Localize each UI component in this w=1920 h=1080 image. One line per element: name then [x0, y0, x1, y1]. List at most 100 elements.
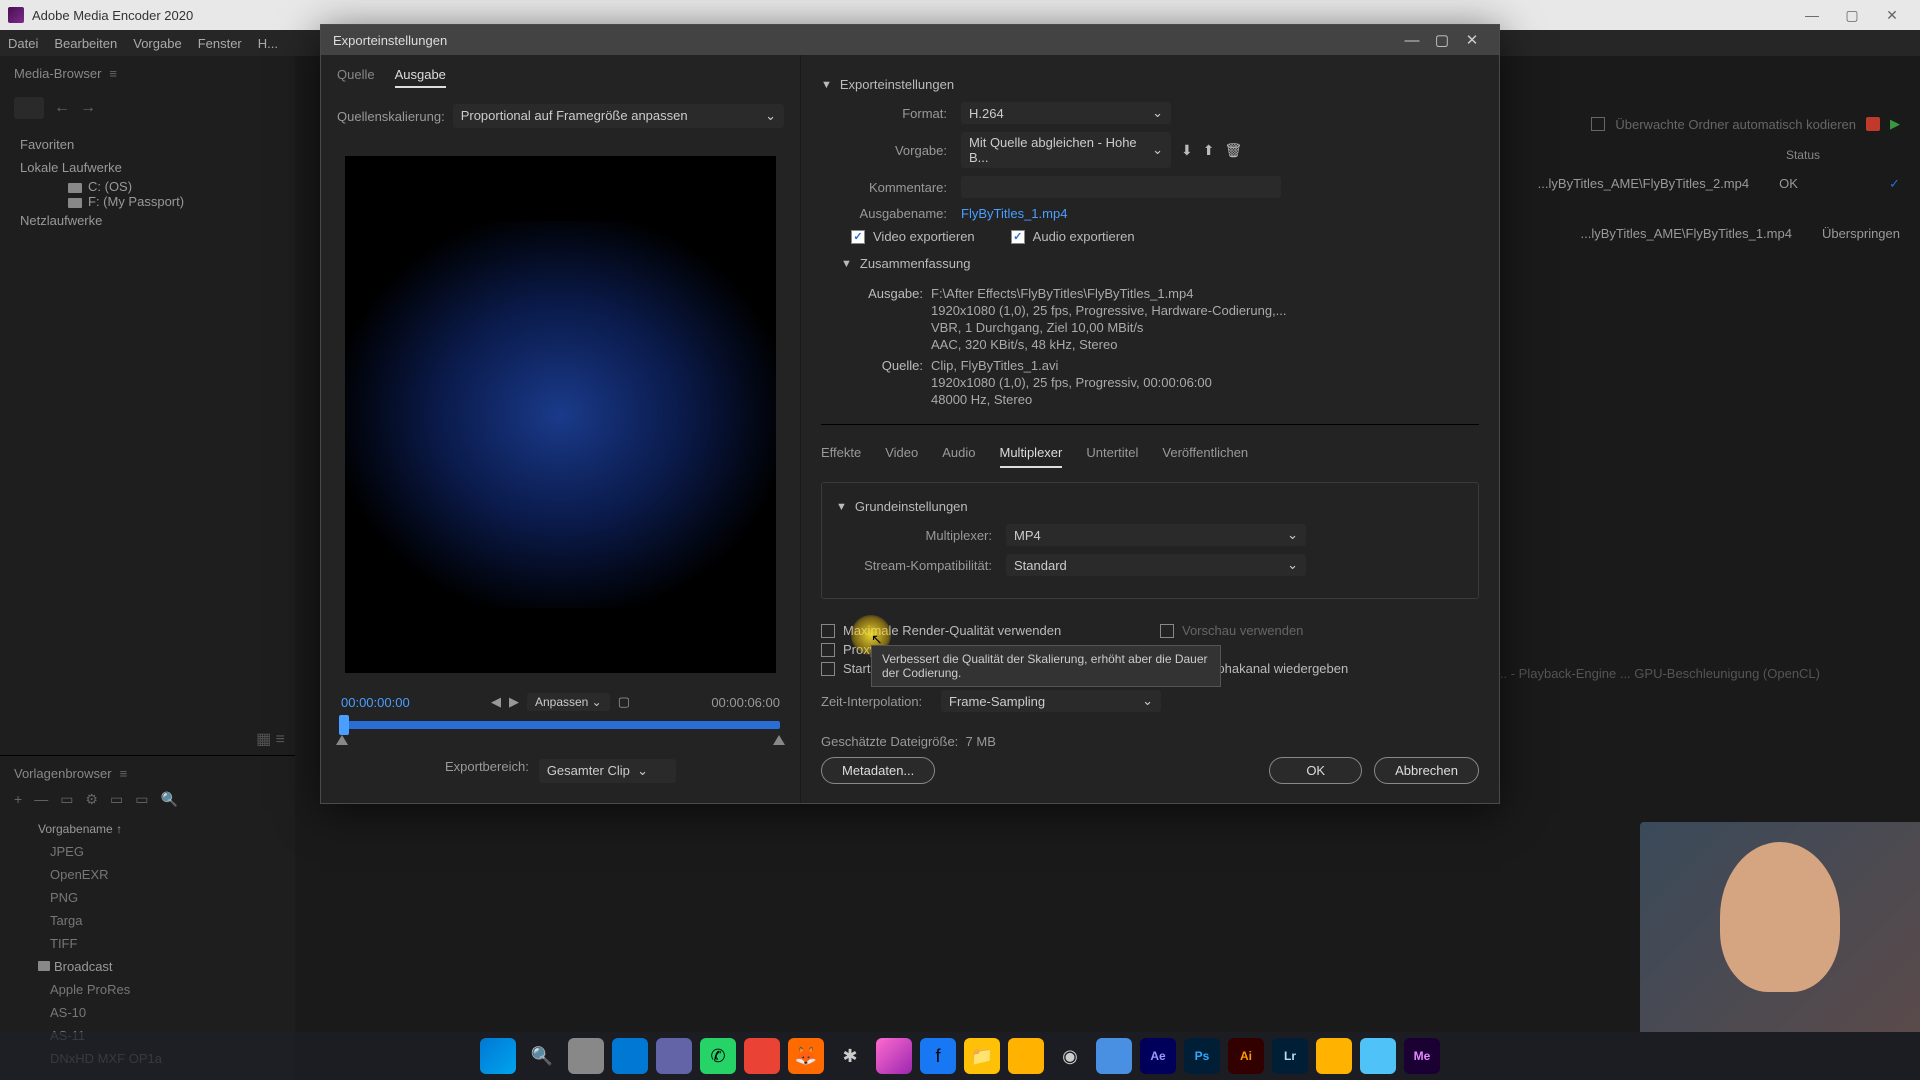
app-icon[interactable]: ✱ [832, 1038, 868, 1074]
subtab-video[interactable]: Video [885, 439, 918, 468]
add-preset-icon[interactable]: + [14, 791, 22, 808]
ok-button[interactable]: OK [1269, 757, 1362, 784]
tab-output[interactable]: Ausgabe [395, 63, 446, 88]
app-icon[interactable] [1008, 1038, 1044, 1074]
settings-icon[interactable]: ⚙ [85, 791, 98, 808]
metadata-button[interactable]: Metadaten... [821, 757, 935, 784]
export-icon[interactable]: ▭ [135, 791, 148, 808]
basic-header[interactable]: Grundeinstellungen [855, 499, 968, 514]
messenger-icon[interactable] [876, 1038, 912, 1074]
summary-header[interactable]: Zusammenfassung [860, 256, 971, 271]
tree-drive-f[interactable]: F: (My Passport) [20, 194, 275, 209]
app-icon[interactable] [744, 1038, 780, 1074]
play-back-icon[interactable]: ◀ [491, 694, 501, 710]
illustrator-icon[interactable]: Ai [1228, 1038, 1264, 1074]
dialog-minimize-icon[interactable]: — [1397, 32, 1427, 49]
save-preset-icon[interactable]: ⬇ [1181, 142, 1193, 159]
subtab-audio[interactable]: Audio [942, 439, 975, 468]
comments-input[interactable] [961, 176, 1281, 198]
timecode-checkbox[interactable] [821, 662, 835, 676]
delete-preset-icon[interactable]: 🗑 [1224, 142, 1242, 159]
aspect-icon[interactable]: ▢ [618, 694, 630, 710]
preset-col-header[interactable]: Vorgabename ↑ [14, 818, 281, 840]
taskbar-search-icon[interactable]: 🔍 [524, 1038, 560, 1074]
media-encoder-icon[interactable]: Me [1404, 1038, 1440, 1074]
scale-dropdown[interactable]: Proportional auf Framegröße anpassen⌄ [453, 104, 784, 128]
subtab-publish[interactable]: Veröffentlichen [1162, 439, 1248, 468]
whatsapp-icon[interactable]: ✆ [700, 1038, 736, 1074]
tab-source[interactable]: Quelle [337, 63, 375, 88]
preset-item[interactable]: JPEG [14, 840, 281, 863]
subtab-subtitles[interactable]: Untertitel [1086, 439, 1138, 468]
nav-fwd-icon[interactable]: → [80, 99, 96, 117]
firefox-icon[interactable]: 🦊 [788, 1038, 824, 1074]
tree-favorites[interactable]: Favoriten [20, 133, 275, 156]
obs-icon[interactable]: ◉ [1052, 1038, 1088, 1074]
menu-help[interactable]: H... [258, 36, 278, 51]
search-icon[interactable]: 🔍 [160, 791, 177, 808]
teams-icon[interactable] [656, 1038, 692, 1074]
export-range-dropdown[interactable]: Gesamter Clip ⌄ [539, 759, 676, 783]
preset-folder[interactable]: Broadcast [14, 955, 281, 978]
import-icon[interactable]: ▭ [110, 791, 123, 808]
export-header[interactable]: Exporteinstellungen [840, 77, 954, 92]
preset-item[interactable]: OpenEXR [14, 863, 281, 886]
task-view-icon[interactable] [568, 1038, 604, 1074]
export-audio-checkbox[interactable] [1011, 230, 1025, 244]
proxies-checkbox[interactable] [821, 643, 835, 657]
preset-item[interactable]: AS-10 [14, 1001, 281, 1024]
menu-window[interactable]: Fenster [198, 36, 242, 51]
dialog-maximize-icon[interactable]: ▢ [1427, 31, 1457, 49]
timeline-slider[interactable] [341, 721, 780, 729]
queue-row-path[interactable]: ...lyByTitles_AME\FlyByTitles_2.mp4 [1538, 176, 1749, 192]
windows-start-icon[interactable] [480, 1038, 516, 1074]
preset-dropdown[interactable]: Mit Quelle abgleichen - Hohe B...⌄ [961, 132, 1171, 168]
nav-slot[interactable] [14, 97, 44, 119]
after-effects-icon[interactable]: Ae [1140, 1038, 1176, 1074]
format-dropdown[interactable]: H.264⌄ [961, 102, 1171, 124]
preset-item[interactable]: TIFF [14, 932, 281, 955]
minimize-button[interactable]: — [1792, 7, 1832, 23]
preset-item[interactable]: PNG [14, 886, 281, 909]
maximize-button[interactable]: ▢ [1832, 7, 1872, 24]
tree-network[interactable]: Netzlaufwerke [20, 209, 275, 232]
play-fwd-icon[interactable]: ▶ [509, 694, 519, 710]
stream-dropdown[interactable]: Standard⌄ [1006, 554, 1306, 576]
app-icon[interactable] [1360, 1038, 1396, 1074]
cancel-button[interactable]: Abbrechen [1374, 757, 1479, 784]
time-start[interactable]: 00:00:00:00 [341, 695, 410, 710]
preset-item[interactable]: Targa [14, 909, 281, 932]
import-preset-icon[interactable]: ⬆ [1203, 142, 1215, 159]
explorer-icon[interactable] [612, 1038, 648, 1074]
queue-row-path[interactable]: ...lyByTitles_AME\FlyByTitles_1.mp4 [1581, 226, 1792, 241]
fit-dropdown[interactable]: Anpassen ⌄ [527, 693, 610, 711]
delete-preset-icon[interactable]: — [34, 791, 48, 808]
preview-checkbox[interactable] [1160, 624, 1174, 638]
folder-icon[interactable]: ▭ [60, 791, 73, 808]
output-name-link[interactable]: FlyByTitles_1.mp4 [961, 206, 1067, 221]
mux-dropdown[interactable]: MP4⌄ [1006, 524, 1306, 546]
app-icon[interactable] [1316, 1038, 1352, 1074]
photoshop-icon[interactable]: Ps [1184, 1038, 1220, 1074]
dialog-close-icon[interactable]: ✕ [1457, 31, 1487, 49]
preset-item[interactable]: Apple ProRes [14, 978, 281, 1001]
menu-edit[interactable]: Bearbeiten [54, 36, 117, 51]
app-icon[interactable] [1096, 1038, 1132, 1074]
est-label: Geschätzte Dateigröße: [821, 734, 958, 749]
max-quality-checkbox[interactable] [821, 624, 835, 638]
subtab-effects[interactable]: Effekte [821, 439, 861, 468]
export-video-checkbox[interactable] [851, 230, 865, 244]
menu-preset[interactable]: Vorgabe [133, 36, 181, 51]
folder-icon[interactable]: 📁 [964, 1038, 1000, 1074]
max-quality-option[interactable]: ↖ Maximale Render-Qualität verwenden Ver… [821, 623, 1140, 638]
tree-local-drives[interactable]: Lokale Laufwerke [20, 156, 275, 179]
interp-dropdown[interactable]: Frame-Sampling⌄ [941, 690, 1161, 712]
close-button[interactable]: ✕ [1872, 7, 1912, 24]
tree-drive-c[interactable]: C: (OS) [20, 179, 275, 194]
auto-watch-checkbox[interactable] [1591, 117, 1605, 131]
nav-back-icon[interactable]: ← [54, 99, 70, 117]
subtab-multiplexer[interactable]: Multiplexer [1000, 439, 1063, 468]
lightroom-icon[interactable]: Lr [1272, 1038, 1308, 1074]
menu-file[interactable]: Datei [8, 36, 38, 51]
facebook-icon[interactable]: f [920, 1038, 956, 1074]
